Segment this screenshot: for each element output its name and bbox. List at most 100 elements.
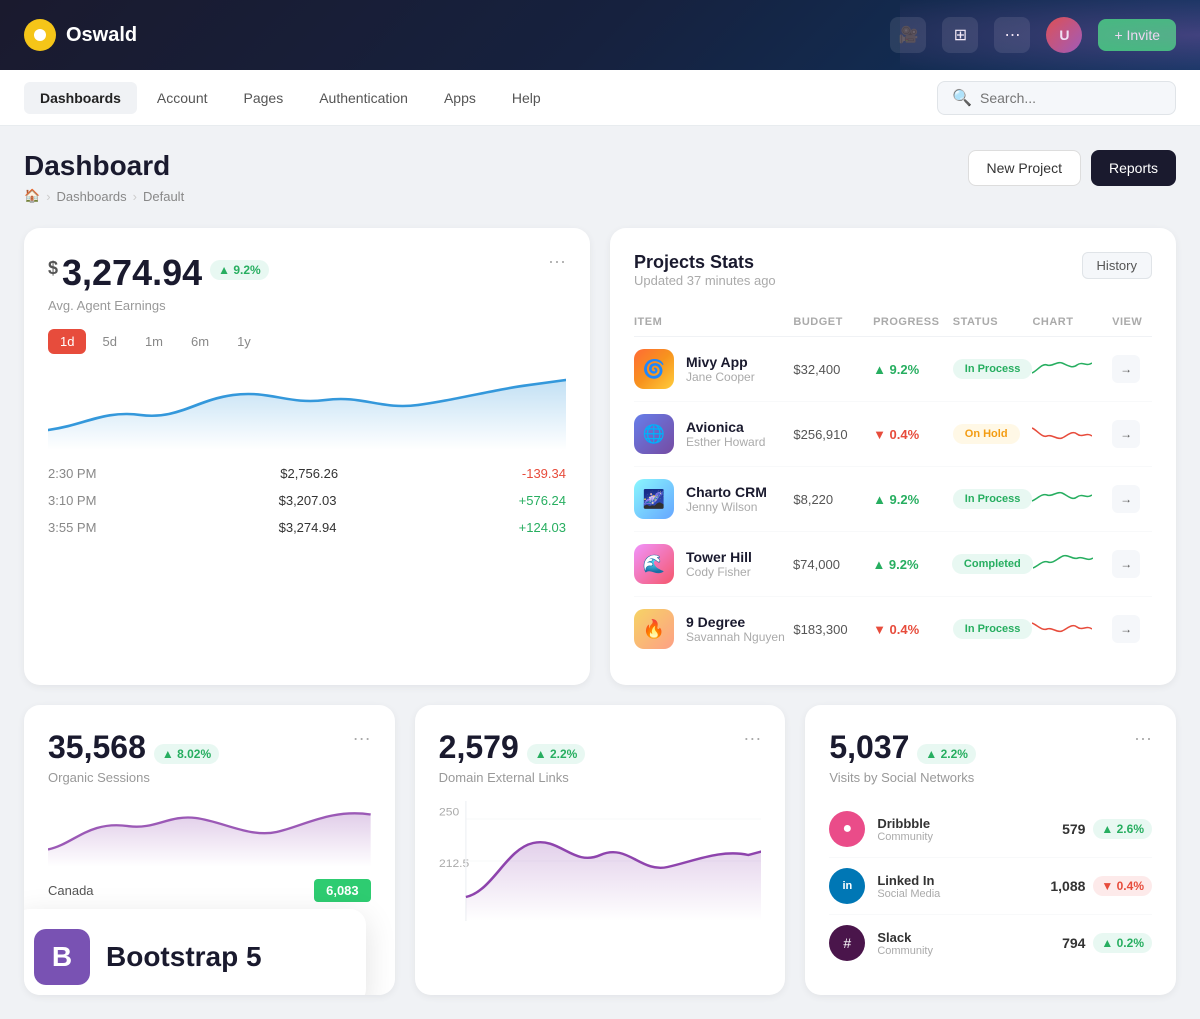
- menu-item-pages[interactable]: Pages: [228, 82, 300, 114]
- time-data-rows: 2:30 PM $2,756.26 -139.34 3:10 PM $3,207…: [48, 466, 566, 535]
- project-progress: ▼ 0.4%: [873, 622, 953, 637]
- social-type: Community: [877, 831, 933, 843]
- project-icon-9degree: 🔥: [634, 609, 674, 649]
- project-status: On Hold: [953, 424, 1033, 444]
- project-icon-avionica: 🌐: [634, 414, 674, 454]
- social-network-info: # Slack Community: [829, 925, 933, 961]
- col-item: ITEM: [634, 316, 793, 328]
- time-filters: 1d 5d 1m 6m 1y: [48, 329, 566, 354]
- linkedin-count: 1,088: [1050, 878, 1085, 894]
- time-data-row: 2:30 PM $2,756.26 -139.34: [48, 466, 566, 481]
- project-name: Charto CRM: [686, 484, 767, 500]
- col-view: VIEW: [1112, 316, 1152, 328]
- project-details-avionica: Avionica Esther Howard: [686, 419, 765, 449]
- sessions-subtitle: Organic Sessions: [48, 770, 219, 785]
- menu-bar: Dashboards Account Pages Authentication …: [0, 70, 1200, 126]
- nav-icon-camera[interactable]: 🎥: [890, 17, 926, 53]
- nav-icon-share[interactable]: ⋯: [994, 17, 1030, 53]
- links-card: 2,579 ▲ 2.2% Domain External Links ···: [415, 705, 786, 995]
- search-box[interactable]: 🔍: [937, 81, 1176, 115]
- slack-change: ▲ 0.2%: [1093, 933, 1152, 953]
- menu-items: Dashboards Account Pages Authentication …: [24, 82, 557, 114]
- menu-item-dashboards[interactable]: Dashboards: [24, 82, 137, 114]
- breadcrumb-dashboards[interactable]: Dashboards: [57, 189, 127, 204]
- project-view-button[interactable]: →: [1112, 615, 1140, 643]
- reports-button[interactable]: Reports: [1091, 150, 1176, 186]
- top-navigation: Oswald 🎥 ⊞ ⋯ U + Invite: [0, 0, 1200, 70]
- links-chart: 250 212.5: [439, 801, 762, 921]
- project-chart: [1032, 485, 1112, 514]
- time-filter-1d[interactable]: 1d: [48, 329, 86, 354]
- table-row: 🌐 Avionica Esther Howard $256,910 ▼ 0.4%…: [634, 402, 1152, 467]
- earnings-more-button[interactable]: ···: [548, 252, 566, 270]
- links-more-button[interactable]: ···: [743, 729, 761, 747]
- projects-title: Projects Stats: [634, 252, 776, 273]
- amount-label: $3,274.94: [279, 520, 337, 535]
- slack-count: 794: [1062, 935, 1085, 951]
- linkedin-icon: in: [829, 868, 865, 904]
- breadcrumb-default: Default: [143, 189, 184, 204]
- project-name: 9 Degree: [686, 614, 785, 630]
- table-header: ITEM BUDGET PROGRESS STATUS CHART VIEW: [634, 308, 1152, 337]
- breadcrumb: 🏠 › Dashboards › Default: [24, 188, 184, 204]
- user-avatar[interactable]: U: [1046, 17, 1082, 53]
- sessions-card: 35,568 ▲ 8.02% Organic Sessions ···: [24, 705, 395, 995]
- search-input[interactable]: [980, 90, 1161, 106]
- earnings-card: $ 3,274.94 ▲ 9.2% Avg. Agent Earnings ··…: [24, 228, 590, 685]
- nav-actions: 🎥 ⊞ ⋯ U + Invite: [890, 17, 1176, 53]
- social-name: Slack: [877, 930, 933, 945]
- project-icon-charto: 🌌: [634, 479, 674, 519]
- dribbble-stats: 579 ▲ 2.6%: [1062, 819, 1152, 839]
- new-project-button[interactable]: New Project: [968, 150, 1081, 186]
- menu-item-help[interactable]: Help: [496, 82, 557, 114]
- col-chart: CHART: [1032, 316, 1112, 328]
- project-chart: [1032, 615, 1112, 644]
- project-name: Mivy App: [686, 354, 755, 370]
- breadcrumb-sep2: ›: [133, 189, 137, 204]
- social-more-button[interactable]: ···: [1134, 729, 1152, 747]
- project-view-button[interactable]: →: [1112, 550, 1140, 578]
- sessions-more-button[interactable]: ···: [353, 729, 371, 747]
- nav-icon-layout[interactable]: ⊞: [942, 17, 978, 53]
- time-filter-1m[interactable]: 1m: [133, 329, 175, 354]
- time-filter-6m[interactable]: 6m: [179, 329, 221, 354]
- svg-text:250: 250: [439, 807, 459, 818]
- table-row: 🔥 9 Degree Savannah Nguyen $183,300 ▼ 0.…: [634, 597, 1152, 661]
- project-view-button[interactable]: →: [1112, 420, 1140, 448]
- social-type: Social Media: [877, 888, 940, 900]
- social-network-info: ● Dribbble Community: [829, 811, 933, 847]
- projects-title-area: Projects Stats Updated 37 minutes ago: [634, 252, 776, 304]
- amount-label: $3,207.03: [279, 493, 337, 508]
- links-subtitle: Domain External Links: [439, 770, 586, 785]
- invite-button[interactable]: + Invite: [1098, 19, 1176, 51]
- menu-item-authentication[interactable]: Authentication: [303, 82, 424, 114]
- project-status: In Process: [953, 489, 1033, 509]
- social-badge: ▲ 2.2%: [917, 744, 976, 764]
- menu-item-account[interactable]: Account: [141, 82, 224, 114]
- project-view-button[interactable]: →: [1112, 355, 1140, 383]
- time-filter-5d[interactable]: 5d: [90, 329, 128, 354]
- history-button[interactable]: History: [1082, 252, 1152, 279]
- menu-item-apps[interactable]: Apps: [428, 82, 492, 114]
- status-badge: In Process: [953, 359, 1033, 379]
- project-item-mivy: 🌀 Mivy App Jane Cooper: [634, 349, 793, 389]
- breadcrumb-home-icon: 🏠: [24, 188, 40, 204]
- project-view-button[interactable]: →: [1112, 485, 1140, 513]
- time-data-row: 3:55 PM $3,274.94 +124.03: [48, 520, 566, 535]
- time-label: 3:10 PM: [48, 493, 96, 508]
- dribbble-details: Dribbble Community: [877, 816, 933, 843]
- svg-text:212.5: 212.5: [439, 859, 469, 870]
- project-budget: $8,220: [793, 492, 873, 507]
- social-amount: 5,037: [829, 729, 909, 766]
- brand: Oswald: [24, 19, 137, 51]
- project-owner: Cody Fisher: [686, 565, 752, 579]
- social-name: Linked In: [877, 873, 940, 888]
- time-filter-1y[interactable]: 1y: [225, 329, 263, 354]
- canada-bar: 6,083: [314, 879, 371, 902]
- top-cards-grid: $ 3,274.94 ▲ 9.2% Avg. Agent Earnings ··…: [24, 228, 1176, 685]
- social-network-row-slack: # Slack Community 794 ▲ 0.2%: [829, 915, 1152, 971]
- earnings-value: 3,274.94: [62, 252, 202, 294]
- status-badge: On Hold: [953, 424, 1020, 444]
- table-row: 🌀 Mivy App Jane Cooper $32,400 ▲ 9.2% In…: [634, 337, 1152, 402]
- social-name: Dribbble: [877, 816, 933, 831]
